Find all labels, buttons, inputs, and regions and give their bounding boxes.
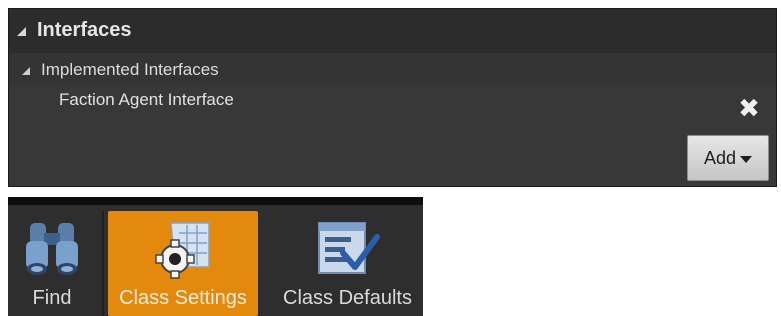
collapse-arrow-icon[interactable] xyxy=(22,67,30,75)
blueprint-toolbar: Find Class Settings Class Defaults xyxy=(8,197,423,316)
add-interface-button[interactable]: Add xyxy=(687,135,769,181)
class-defaults-label: Class Defaults xyxy=(283,287,412,309)
class-settings-button[interactable]: Class Settings xyxy=(108,211,258,316)
binoculars-icon xyxy=(24,219,80,284)
find-button[interactable]: Find xyxy=(8,211,96,316)
chevron-down-icon xyxy=(740,155,753,163)
interfaces-header[interactable]: Interfaces xyxy=(9,9,776,54)
collapse-arrow-icon[interactable] xyxy=(17,27,26,36)
implemented-interfaces-section[interactable]: Implemented Interfaces xyxy=(9,53,776,85)
panel-title: Interfaces xyxy=(37,19,132,41)
find-label: Find xyxy=(32,287,72,309)
class-defaults-button[interactable]: Class Defaults xyxy=(272,211,423,316)
gear-document-icon xyxy=(151,219,215,286)
interface-item: Faction Agent Interface xyxy=(59,90,234,109)
close-icon[interactable]: ✖ xyxy=(736,95,762,121)
add-button-label: Add xyxy=(703,147,737,168)
section-label: Implemented Interfaces xyxy=(41,60,219,79)
checklist-icon xyxy=(315,219,381,284)
interfaces-panel: Interfaces Implemented Interfaces Factio… xyxy=(8,8,777,187)
toolbar-separator xyxy=(102,211,104,316)
class-settings-label: Class Settings xyxy=(119,287,247,309)
